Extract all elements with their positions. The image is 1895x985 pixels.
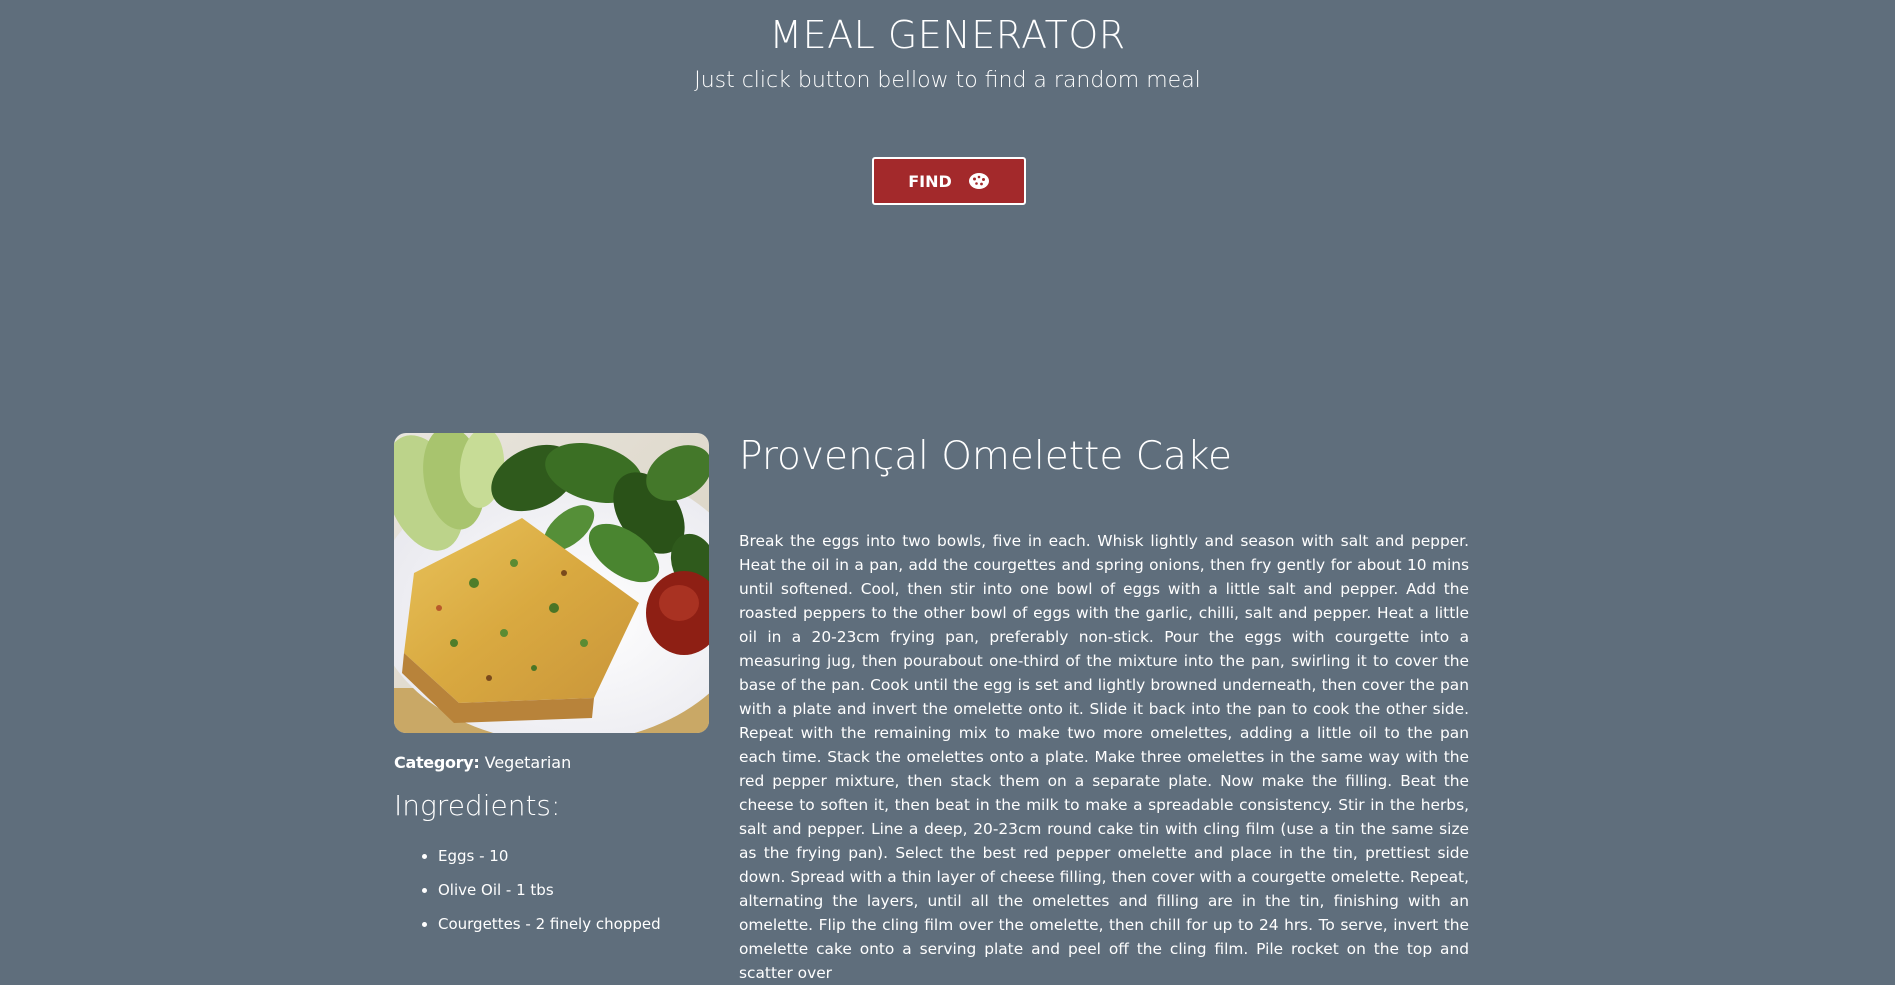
- ingredients-title: Ingredients:: [394, 789, 561, 822]
- category-value: Vegetarian: [484, 753, 572, 772]
- meal-instructions: Break the eggs into two bowls, five in e…: [739, 532, 1469, 982]
- page-title: MEAL GENERATOR: [769, 13, 1126, 57]
- find-button[interactable]: FIND: [872, 157, 1026, 205]
- meal-photo: [394, 433, 709, 733]
- ingredient-item: Eggs - 10: [438, 839, 718, 873]
- meal-name: Provençal Omelette Cake: [739, 434, 1233, 479]
- ingredient-item: Olive Oil - 1 tbs: [438, 873, 718, 907]
- find-button-label: FIND: [908, 171, 952, 191]
- page-subtitle: Just click button bellow to find a rando…: [694, 68, 1201, 93]
- cookie-icon: [968, 172, 990, 190]
- category-label: Category:: [394, 753, 480, 772]
- category-line: Category: Vegetarian: [394, 753, 571, 772]
- ingredients-list: Eggs - 10 Olive Oil - 1 tbs Courgettes -…: [394, 839, 718, 941]
